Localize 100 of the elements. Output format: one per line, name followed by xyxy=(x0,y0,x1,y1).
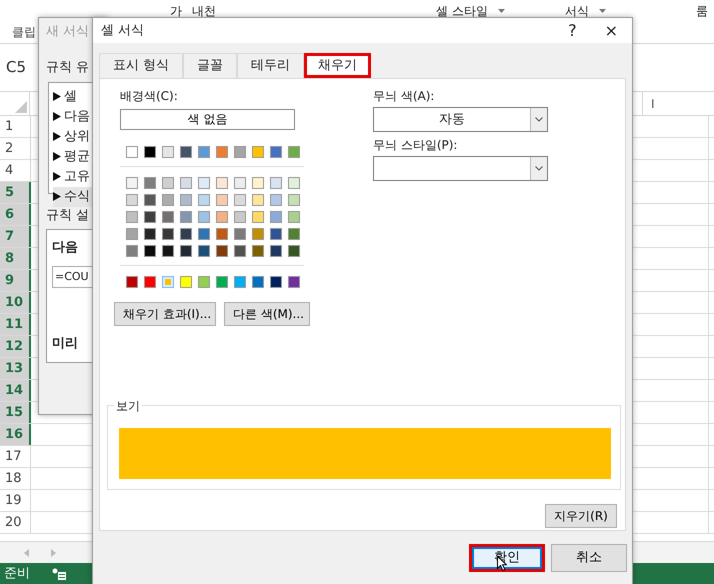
color-swatch[interactable] xyxy=(252,245,264,257)
color-swatch[interactable] xyxy=(252,276,264,288)
no-color-button[interactable]: 색 없음 xyxy=(120,109,295,130)
color-swatch[interactable] xyxy=(198,276,210,288)
clear-button[interactable]: 지우기(R) xyxy=(545,504,617,528)
cancel-button[interactable]: 취소 xyxy=(551,544,627,572)
row-header[interactable]: 8 xyxy=(0,248,31,269)
tab[interactable]: 글꼴 xyxy=(183,53,238,78)
color-swatch[interactable] xyxy=(180,146,192,158)
row-header[interactable]: 15 xyxy=(0,402,31,423)
color-swatch[interactable] xyxy=(144,146,156,158)
color-swatch[interactable] xyxy=(162,177,174,189)
font-color-button[interactable]: 가 xyxy=(170,2,182,20)
color-swatch[interactable] xyxy=(126,228,138,240)
row-header[interactable]: 18 xyxy=(0,468,31,489)
color-swatch[interactable] xyxy=(270,245,282,257)
cell-style-button[interactable]: 셀 스타일 xyxy=(436,2,488,20)
help-button[interactable]: ? xyxy=(568,18,577,42)
color-swatch[interactable] xyxy=(216,194,228,206)
color-swatch[interactable] xyxy=(288,276,300,288)
row-header[interactable]: 4 xyxy=(0,160,31,181)
color-swatch[interactable] xyxy=(234,211,246,223)
color-swatch[interactable] xyxy=(126,211,138,223)
color-swatch[interactable] xyxy=(180,245,192,257)
row-header[interactable]: 19 xyxy=(0,490,31,511)
tab[interactable]: 테두리 xyxy=(237,53,304,78)
color-swatch[interactable] xyxy=(180,194,192,206)
row-header[interactable]: 13 xyxy=(0,358,31,379)
color-swatch[interactable] xyxy=(180,177,192,189)
color-swatch[interactable] xyxy=(198,245,210,257)
color-swatch[interactable] xyxy=(270,177,282,189)
list-item[interactable]: 고유 xyxy=(53,166,106,186)
list-item[interactable]: 평균 xyxy=(53,146,106,166)
scroll-right-icon[interactable] xyxy=(51,548,56,556)
caret-icon[interactable] xyxy=(498,8,505,13)
row-header[interactable]: 12 xyxy=(0,336,31,357)
color-swatch[interactable] xyxy=(288,228,300,240)
color-swatch[interactable] xyxy=(162,245,174,257)
color-swatch[interactable] xyxy=(216,146,228,158)
color-swatch[interactable] xyxy=(234,194,246,206)
select-all-icon[interactable] xyxy=(15,101,27,113)
color-swatch[interactable] xyxy=(162,228,174,240)
macro-record-icon[interactable] xyxy=(52,568,66,580)
name-box[interactable]: C5 xyxy=(6,56,36,79)
format-button[interactable]: 서식 xyxy=(564,2,589,20)
color-swatch[interactable] xyxy=(126,276,138,288)
row-header[interactable]: 9 xyxy=(0,270,31,291)
tab[interactable]: 채우기 xyxy=(304,53,372,78)
row-header[interactable]: 14 xyxy=(0,380,31,401)
scroll-left-icon[interactable] xyxy=(24,548,29,556)
color-swatch[interactable] xyxy=(216,211,228,223)
color-swatch[interactable] xyxy=(198,228,210,240)
color-swatch[interactable] xyxy=(126,177,138,189)
color-swatch[interactable] xyxy=(288,245,300,257)
color-swatch[interactable] xyxy=(270,146,282,158)
color-swatch[interactable] xyxy=(288,211,300,223)
caret-icon[interactable] xyxy=(598,8,606,13)
color-swatch[interactable] xyxy=(234,177,246,189)
row-header[interactable]: 10 xyxy=(0,292,31,313)
color-swatch[interactable] xyxy=(198,211,210,223)
color-swatch[interactable] xyxy=(234,146,246,158)
row-header[interactable]: 11 xyxy=(0,314,31,335)
pattern-style-dropdown[interactable] xyxy=(373,156,548,181)
color-swatch[interactable] xyxy=(216,177,228,189)
row-header[interactable]: 17 xyxy=(0,446,31,467)
color-swatch[interactable] xyxy=(126,146,138,158)
color-swatch[interactable] xyxy=(288,146,300,158)
row-header[interactable]: 5 xyxy=(0,182,31,203)
color-swatch[interactable] xyxy=(252,228,264,240)
row-header[interactable]: 2 xyxy=(0,138,31,159)
color-swatch[interactable] xyxy=(144,276,156,288)
color-swatch[interactable] xyxy=(234,245,246,257)
color-swatch[interactable] xyxy=(126,245,138,257)
color-swatch[interactable] xyxy=(252,194,264,206)
close-button[interactable]: × xyxy=(604,18,618,42)
color-swatch[interactable] xyxy=(144,177,156,189)
color-swatch[interactable] xyxy=(126,194,138,206)
list-item[interactable]: 상위 xyxy=(53,126,106,146)
color-swatch[interactable] xyxy=(180,276,192,288)
color-swatch[interactable] xyxy=(216,245,228,257)
color-swatch[interactable] xyxy=(288,194,300,206)
color-swatch[interactable] xyxy=(198,146,210,158)
color-swatch[interactable] xyxy=(162,276,174,288)
wrap-text-label[interactable]: 내천 xyxy=(192,2,216,20)
color-swatch[interactable] xyxy=(216,276,228,288)
color-swatch[interactable] xyxy=(234,228,246,240)
color-swatch[interactable] xyxy=(252,177,264,189)
color-swatch[interactable] xyxy=(198,177,210,189)
color-swatch[interactable] xyxy=(144,211,156,223)
row-header[interactable]: 16 xyxy=(0,424,31,445)
column-header[interactable]: I xyxy=(642,92,714,115)
fill-effects-button[interactable]: 채우기 효과(I)... xyxy=(114,302,216,326)
color-swatch[interactable] xyxy=(270,194,282,206)
row-header[interactable]: 20 xyxy=(0,512,31,533)
color-swatch[interactable] xyxy=(288,177,300,189)
color-swatch[interactable] xyxy=(162,211,174,223)
color-swatch[interactable] xyxy=(144,228,156,240)
pattern-color-dropdown[interactable]: 자동 xyxy=(373,107,548,132)
color-swatch[interactable] xyxy=(270,228,282,240)
color-swatch[interactable] xyxy=(180,228,192,240)
